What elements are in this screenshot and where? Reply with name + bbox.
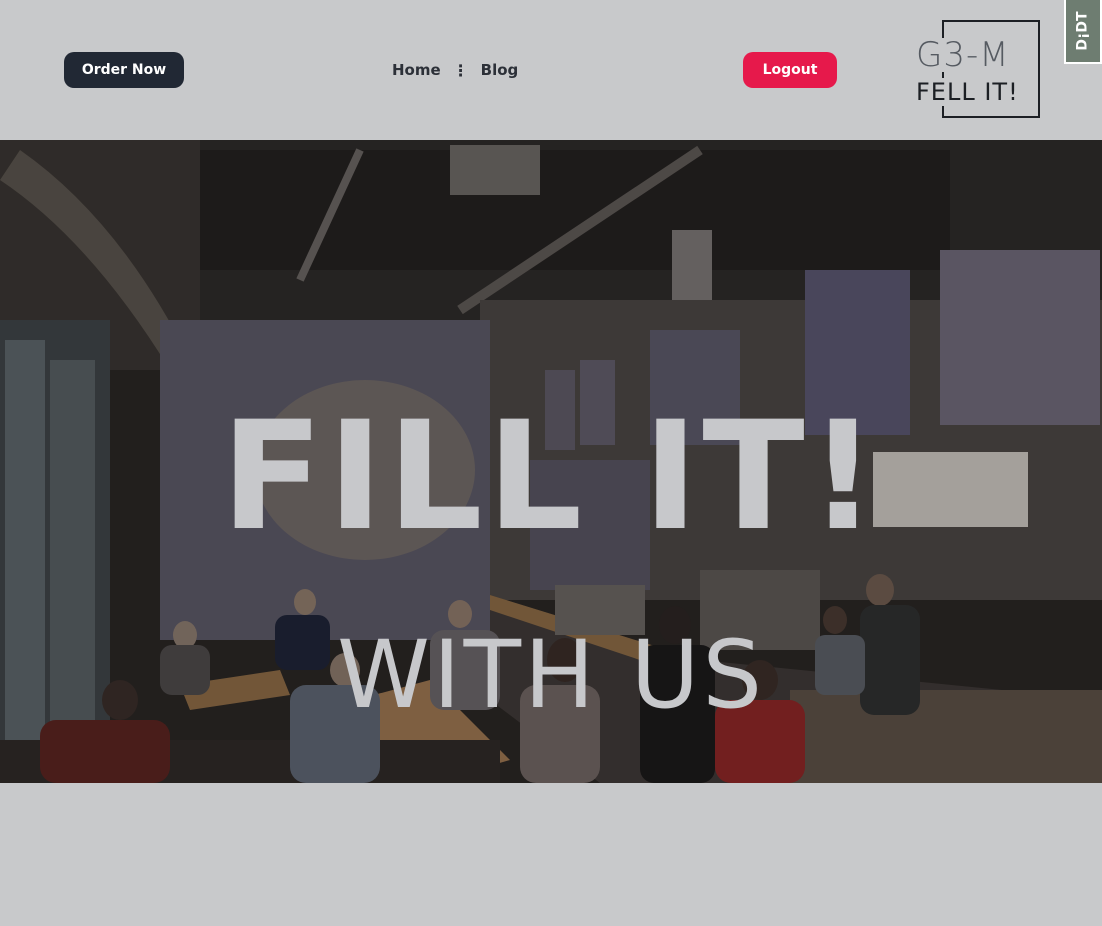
hero-subtitle: WITH US	[336, 621, 766, 730]
hero-title: FILL IT!	[220, 390, 882, 564]
corner-badge[interactable]: D¡DT	[1064, 0, 1102, 64]
top-navbar: Order Now Home ⋮ Blog Logout G3-M FELL I…	[0, 0, 1102, 140]
logo-top-text: G3-M	[916, 38, 1026, 72]
nav-link-home[interactable]: Home	[392, 61, 441, 79]
logout-button[interactable]: Logout	[743, 52, 837, 88]
logo-bottom-text: FELL IT!	[916, 78, 1026, 106]
hero-banner: FILL IT! WITH US	[0, 140, 1102, 783]
nav-separator-icon: ⋮	[452, 60, 469, 80]
nav-link-blog[interactable]: Blog	[481, 61, 519, 79]
nav-links: Home ⋮ Blog	[392, 58, 518, 82]
order-now-button[interactable]: Order Now	[64, 52, 184, 88]
badge-label: D¡DT	[1075, 11, 1091, 51]
brand-logo[interactable]: G3-M FELL IT!	[912, 20, 1042, 120]
